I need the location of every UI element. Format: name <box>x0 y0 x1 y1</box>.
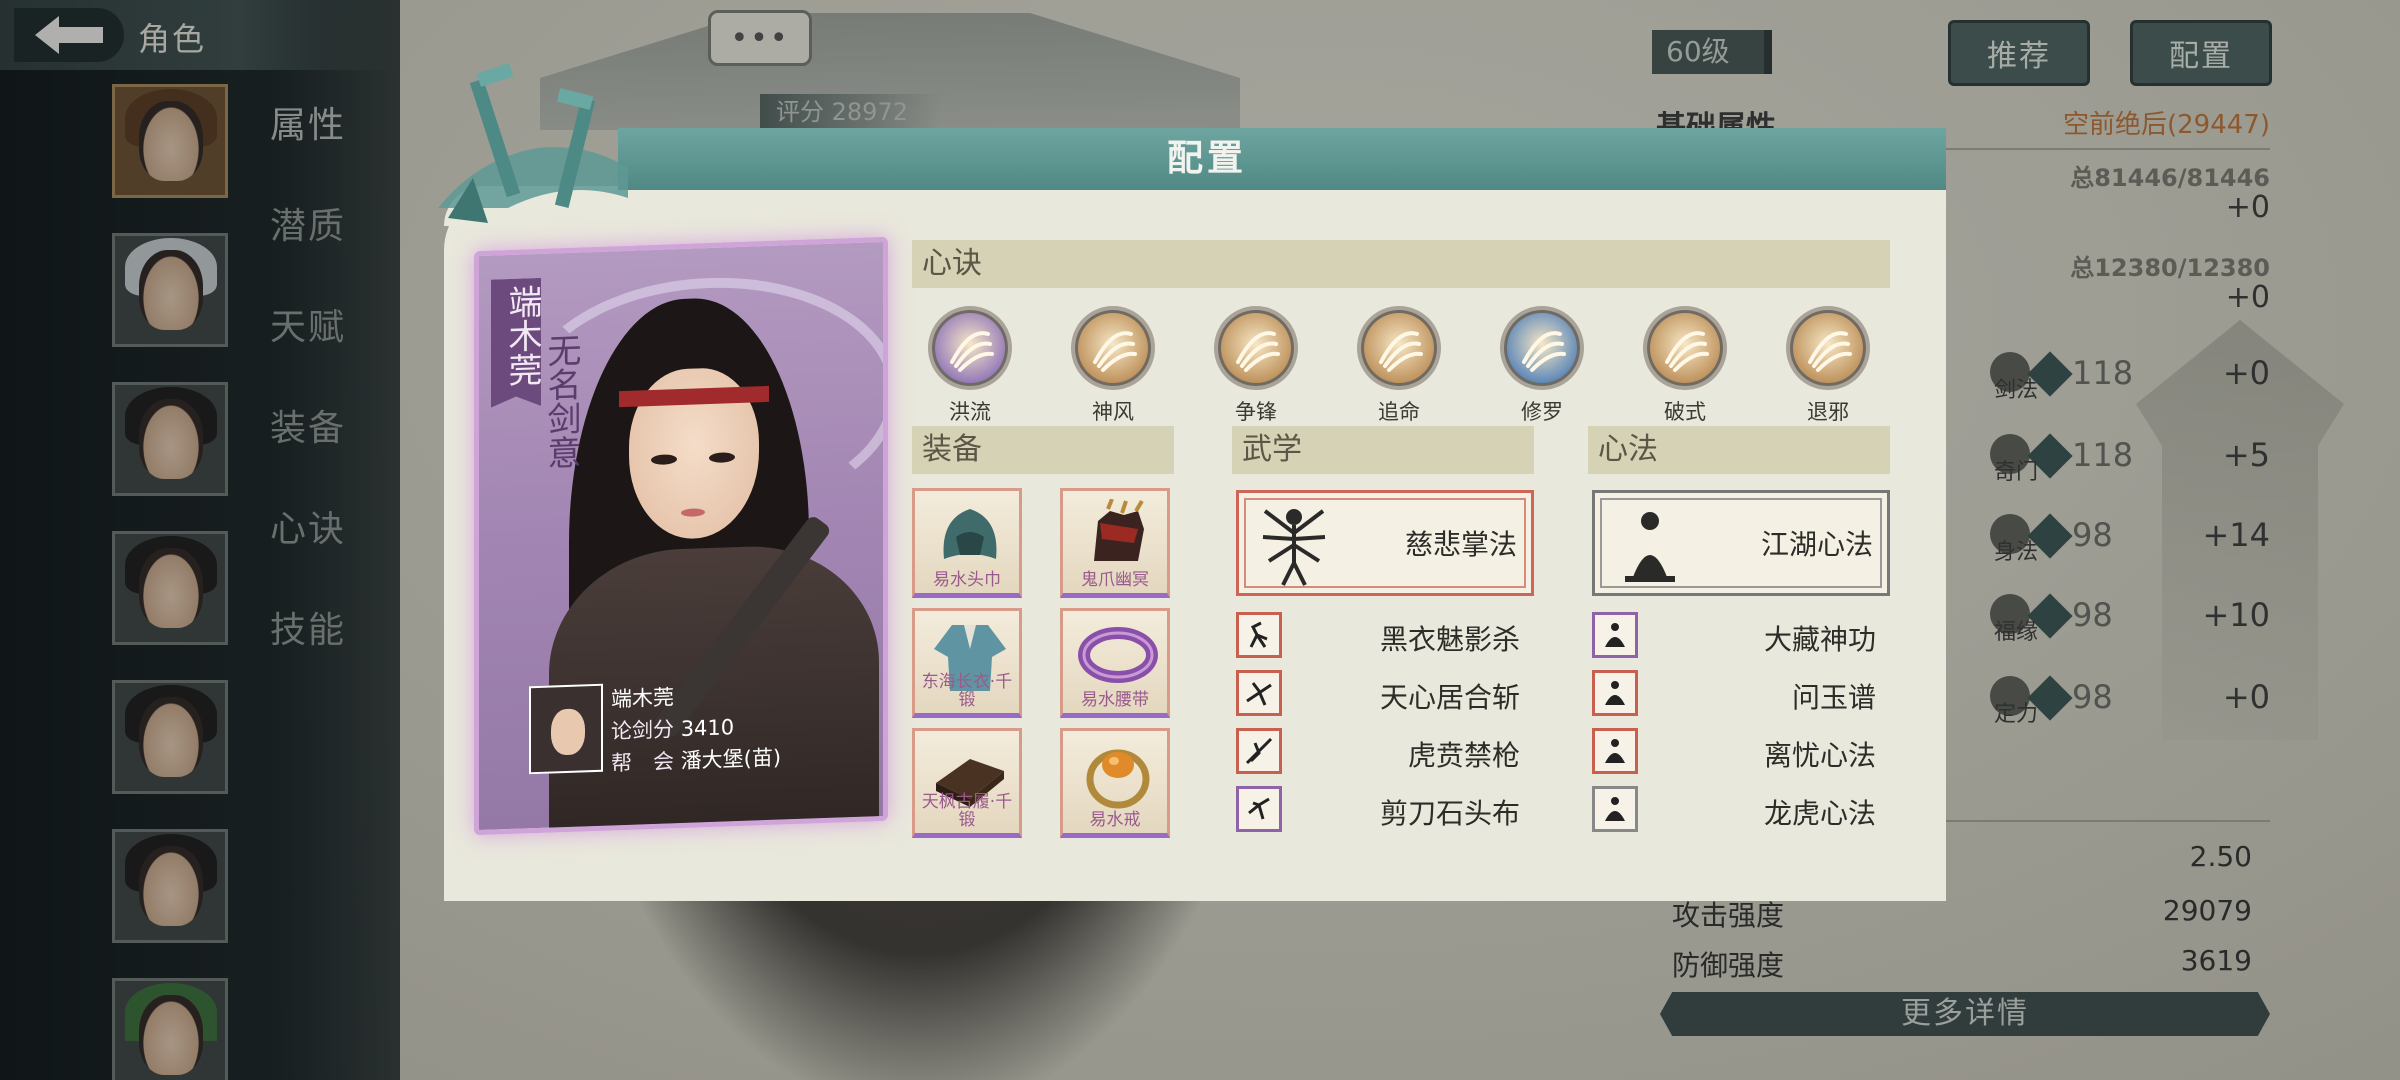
xinjue-item[interactable]: 神风 <box>1063 306 1163 426</box>
xinjue-label: 修罗 <box>1521 400 1563 424</box>
skill-label: 龙虎心法 <box>1763 797 1876 830</box>
info-name: 端木莞 <box>611 685 674 712</box>
assassin-icon <box>1249 621 1268 648</box>
avatar <box>529 683 603 775</box>
equipment-label: 易水戒 <box>1089 810 1141 830</box>
wind-slash-icon <box>1071 306 1155 390</box>
wuxue-skill-slot[interactable]: 黑衣魅影杀 <box>1236 612 1534 660</box>
info-guild-value: 潘大堡(苗) <box>680 745 782 774</box>
scroll-icon <box>1786 306 1870 390</box>
equipment-header: 装备 <box>912 426 1174 474</box>
xinjue-header: 心诀 <box>912 240 1890 288</box>
slash-icon <box>1246 682 1272 706</box>
ring-icon <box>1086 749 1150 809</box>
xinfa-skill-slot[interactable]: 离忧心法 <box>1592 728 1890 776</box>
xinjue-label: 神风 <box>1092 400 1134 424</box>
claw-glove-icon <box>1094 499 1144 561</box>
wuxue-skill-slot[interactable]: 天心居合斩 <box>1236 670 1534 718</box>
xinjue-item[interactable]: 洪流 <box>920 306 1020 426</box>
xinfa-main-slot[interactable]: 江湖心法 <box>1592 490 1890 596</box>
xinjue-item[interactable]: 修罗 <box>1492 306 1592 426</box>
skill-label: 虎贲禁枪 <box>1407 739 1520 772</box>
fist-icon <box>1248 797 1270 820</box>
meditating-figure-icon <box>1625 512 1675 582</box>
info-score-label: 论剑分 <box>611 717 674 744</box>
skill-icon-frame <box>1592 728 1638 774</box>
equipment-label: 东海长衣·千锻 <box>921 672 1013 710</box>
equipment-label: 易水头巾 <box>933 570 1001 590</box>
xinfa-skill-slot[interactable]: 问玉谱 <box>1592 670 1890 718</box>
belt-icon <box>1078 627 1158 683</box>
meditation-icon <box>1605 739 1625 763</box>
character-card: 端木莞 无名剑意 端木莞 论剑分 3410 帮 会 潘大堡(苗) <box>474 236 888 836</box>
skill-label: 天心居合斩 <box>1379 681 1520 714</box>
info-guild-label: 帮 会 <box>611 749 674 776</box>
spear-icon <box>1245 737 1273 765</box>
xinfa-skill-slot[interactable]: 大藏神功 <box>1592 612 1890 660</box>
wuxue-main-label: 慈悲掌法 <box>1404 528 1517 561</box>
xinjue-item[interactable]: 追命 <box>1349 306 1449 426</box>
multi-arm-figure-icon <box>1262 509 1326 586</box>
meditation-icon <box>1605 681 1625 705</box>
skill-icon-frame <box>1236 786 1282 832</box>
xinfa-header: 心法 <box>1588 426 1890 474</box>
skill-icon-frame <box>1236 728 1282 774</box>
xinjue-item[interactable]: 争锋 <box>1206 306 1306 426</box>
skill-icon-frame <box>1592 670 1638 716</box>
sword-ornament-icon <box>438 63 628 223</box>
info-score: 论剑分 3410 <box>611 711 734 745</box>
xinfa-skill-slot[interactable]: 龙虎心法 <box>1592 786 1890 834</box>
xinjue-label: 退邪 <box>1807 400 1849 424</box>
equipment-slot[interactable]: 易水头巾 <box>912 488 1022 598</box>
equipment-label: 易水腰带 <box>1081 690 1149 710</box>
equipment-label: 鬼爪幽冥 <box>1081 570 1149 590</box>
skill-icon-frame <box>1592 612 1638 658</box>
equipment-label: 天枫古履·千锻 <box>921 792 1013 830</box>
xinjue-item[interactable]: 退邪 <box>1778 306 1878 426</box>
modal-title: 配置 <box>618 128 1946 190</box>
meditation-icon <box>1605 797 1625 821</box>
skill-label: 离忧心法 <box>1763 739 1876 772</box>
hood-icon <box>943 509 997 559</box>
character-name: 端木莞 <box>491 278 541 408</box>
xinfa-main-label: 江湖心法 <box>1760 528 1873 561</box>
equipment-slot[interactable]: 易水腰带 <box>1060 608 1170 718</box>
xinjue-item[interactable]: 破式 <box>1635 306 1735 426</box>
skill-icon-frame <box>1592 786 1638 832</box>
info-guild: 帮 会 潘大堡(苗) <box>611 742 781 778</box>
skill-label: 黑衣魅影杀 <box>1379 623 1520 656</box>
meditation-icon <box>1605 623 1625 647</box>
skill-icon-frame <box>1236 670 1282 716</box>
skill-label: 剪刀石头布 <box>1379 797 1520 830</box>
equipment-slot[interactable]: 鬼爪幽冥 <box>1060 488 1170 598</box>
character-title: 无名剑意 <box>541 332 581 470</box>
burst-icon <box>1214 306 1298 390</box>
skill-icon-frame <box>1236 612 1282 658</box>
wuxue-header: 武学 <box>1232 426 1534 474</box>
equipment-slot[interactable]: 易水戒 <box>1060 728 1170 838</box>
wuxue-skill-slot[interactable]: 虎贲禁枪 <box>1236 728 1534 776</box>
xinjue-label: 争锋 <box>1235 400 1277 424</box>
info-score-value: 3410 <box>680 715 735 742</box>
equipment-slot[interactable]: 东海长衣·千锻 <box>912 608 1022 718</box>
wuxue-main-slot[interactable]: 慈悲掌法 <box>1236 490 1534 596</box>
dash-icon <box>1357 306 1441 390</box>
vortex-icon <box>928 306 1012 390</box>
xinjue-label: 洪流 <box>949 400 991 424</box>
xinjue-label: 破式 <box>1664 400 1706 424</box>
xinjue-label: 追命 <box>1378 400 1420 424</box>
skill-label: 问玉谱 <box>1791 681 1876 714</box>
config-modal: 配置 端木莞 无名剑意 端木莞 论剑分 3410 帮 会 潘大堡(苗) 心诀 装… <box>438 63 1946 901</box>
sword-break-icon <box>1643 306 1727 390</box>
equipment-slot[interactable]: 天枫古履·千锻 <box>912 728 1022 838</box>
demon-icon <box>1500 306 1584 390</box>
card-info: 端木莞 论剑分 3410 帮 会 潘大堡(苗) <box>529 674 869 786</box>
skill-label: 大藏神功 <box>1763 623 1876 656</box>
wuxue-skill-slot[interactable]: 剪刀石头布 <box>1236 786 1534 834</box>
